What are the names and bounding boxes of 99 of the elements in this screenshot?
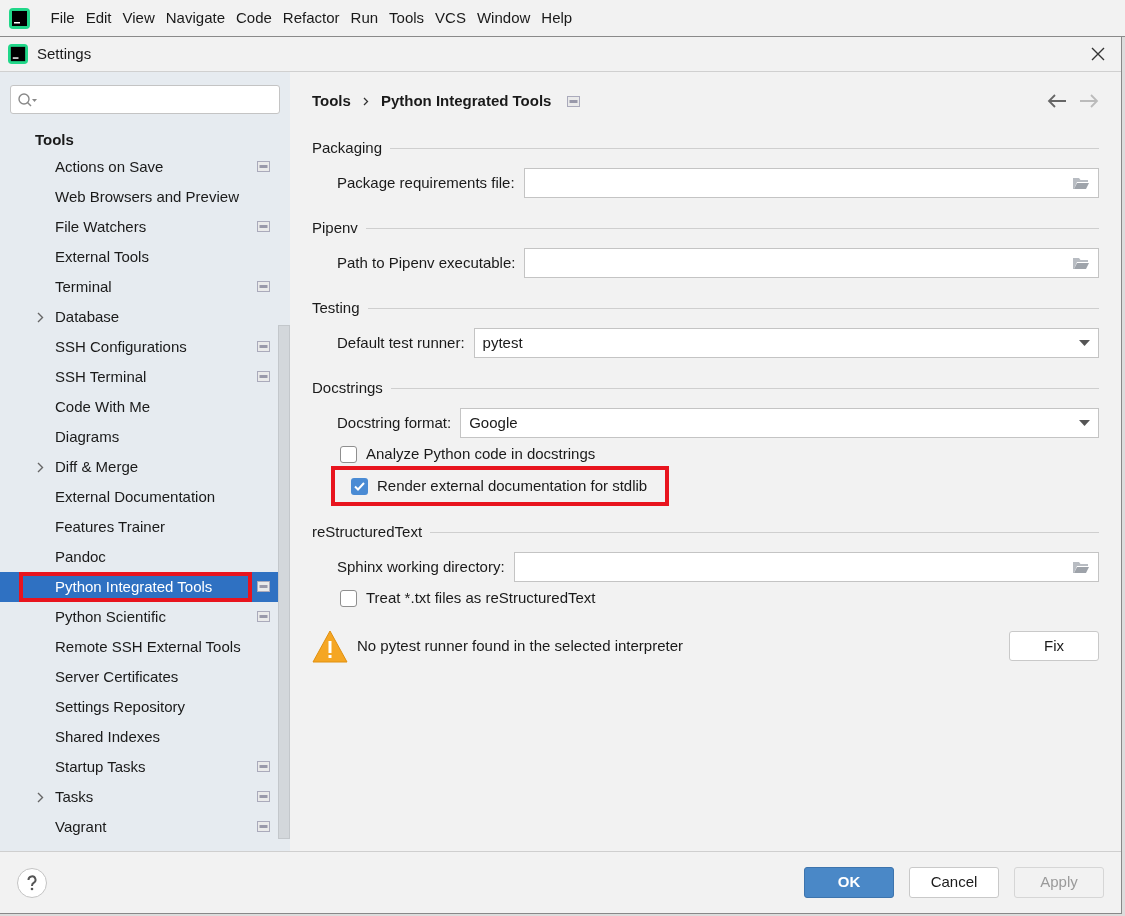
close-button[interactable] <box>1089 45 1107 63</box>
project-level-icon <box>257 791 270 802</box>
sidebar-item[interactable]: SSH Terminal <box>0 362 278 392</box>
menu-item[interactable]: View <box>117 6 161 30</box>
search-icon <box>17 91 39 108</box>
chevron-right-icon <box>37 792 44 803</box>
sidebar-item[interactable]: SSH Configurations <box>0 332 278 362</box>
search-field[interactable] <box>10 85 280 114</box>
checkbox[interactable] <box>351 477 368 495</box>
forward-button[interactable] <box>1079 94 1099 108</box>
chevron-right-icon <box>37 312 44 323</box>
scrollbar[interactable] <box>278 325 290 839</box>
sidebar-item[interactable]: Python Integrated Tools <box>0 572 278 602</box>
project-level-icon <box>257 161 270 172</box>
project-level-icon <box>257 761 270 772</box>
section-title: Packaging <box>312 137 383 158</box>
checkbox-label: Render external documentation for stdlib <box>377 475 648 496</box>
sidebar-item[interactable]: Vagrant <box>0 812 278 842</box>
project-level-icon <box>257 821 270 832</box>
sidebar-item[interactable]: Shared Indexes <box>0 722 278 752</box>
field-label: Package requirements file: <box>337 172 515 193</box>
breadcrumb-separator-icon <box>362 96 369 106</box>
path-field[interactable] <box>523 168 1099 198</box>
dialog-button[interactable]: OK <box>804 867 894 898</box>
sidebar-item[interactable]: Actions on Save <box>0 152 278 182</box>
dropdown-arrow-icon <box>1079 340 1090 346</box>
menu-item[interactable]: Navigate <box>160 6 231 30</box>
sidebar-item[interactable]: Web Browsers and Preview <box>0 182 278 212</box>
app-logo-icon <box>8 44 28 64</box>
sidebar-item[interactable]: Terminal <box>0 272 278 302</box>
menu-item[interactable]: Help <box>535 6 578 30</box>
checkbox[interactable] <box>340 445 357 463</box>
sidebar-item[interactable]: Diagrams <box>0 422 278 452</box>
sidebar-item[interactable]: Remote SSH External Tools <box>0 632 278 662</box>
section-title: Testing <box>312 297 360 318</box>
sidebar-item[interactable]: Server Certificates <box>0 662 278 692</box>
sidebar-item[interactable]: Settings Repository <box>0 692 278 722</box>
sidebar-group-heading: Tools <box>35 130 75 150</box>
menu-item[interactable]: Run <box>345 6 384 30</box>
sidebar-item[interactable]: Python Scientific <box>0 602 278 632</box>
field-label: Docstring format: <box>337 412 452 433</box>
warning-icon <box>312 629 348 663</box>
menu-item[interactable]: Edit <box>80 6 118 30</box>
path-field[interactable] <box>524 248 1099 278</box>
fix-button[interactable]: Fix <box>1009 631 1099 661</box>
folder-icon <box>1072 176 1090 190</box>
back-arrow-icon <box>1047 94 1067 108</box>
project-level-icon <box>257 581 270 592</box>
menu-item[interactable]: Tools <box>383 6 430 30</box>
window-title: Settings <box>37 43 92 64</box>
sidebar-item[interactable]: Startup Tasks <box>0 752 278 782</box>
checkbox[interactable] <box>340 589 357 607</box>
dialog-button[interactable]: Cancel <box>909 867 999 898</box>
menu-item[interactable]: File <box>45 6 81 30</box>
menu-item[interactable]: Window <box>471 6 536 30</box>
sidebar-item[interactable]: Code With Me <box>0 392 278 422</box>
sidebar-item[interactable]: File Watchers <box>0 212 278 242</box>
app-logo-icon <box>9 7 30 29</box>
sidebar-item[interactable]: Database <box>0 302 278 332</box>
forward-arrow-icon <box>1079 94 1099 108</box>
checkbox-label: Treat *.txt files as reStructuredText <box>366 587 596 608</box>
project-level-icon <box>257 611 270 622</box>
project-level-icon <box>257 281 270 292</box>
project-level-icon <box>257 341 270 352</box>
field-label: Sphinx working directory: <box>337 556 505 577</box>
sidebar-item-label: Python Integrated Tools <box>55 576 213 597</box>
breadcrumb-item: Tools <box>312 90 351 111</box>
sidebar-item[interactable]: Pandoc <box>0 542 278 572</box>
section-title: reStructuredText <box>312 521 423 542</box>
field-label: Path to Pipenv executable: <box>337 252 516 273</box>
question-mark-icon <box>27 874 37 891</box>
sidebar-item[interactable]: Tasks <box>0 782 278 812</box>
section-title: Docstrings <box>312 377 383 398</box>
menu-item[interactable]: Code <box>230 6 278 30</box>
warning-message: No pytest runner found in the selected interpreter <box>357 635 684 656</box>
checkbox-label: Analyze Python code in docstrings <box>366 443 596 464</box>
folder-icon <box>1072 560 1090 574</box>
dropdown[interactable]: Google <box>460 408 1099 438</box>
menu-item[interactable]: VCS <box>429 6 472 30</box>
breadcrumb-item: Python Integrated Tools <box>380 90 552 111</box>
help-button[interactable] <box>17 867 47 898</box>
section-title: Pipenv <box>312 217 358 238</box>
sidebar-item[interactable]: Diff & Merge <box>0 452 278 482</box>
project-level-icon <box>257 371 270 382</box>
project-level-icon <box>567 95 581 107</box>
checkmark-icon <box>354 481 365 491</box>
close-icon <box>1091 47 1105 61</box>
sidebar-item[interactable]: Features Trainer <box>0 512 278 542</box>
dropdown[interactable]: pytest <box>473 328 1099 358</box>
dropdown-arrow-icon <box>1079 420 1090 426</box>
field-label: Default test runner: <box>337 332 465 353</box>
sidebar-item[interactable]: External Tools <box>0 242 278 272</box>
sidebar-item[interactable]: External Documentation <box>0 482 278 512</box>
project-level-icon <box>257 221 270 232</box>
back-button[interactable] <box>1047 94 1067 108</box>
folder-icon <box>1072 256 1090 270</box>
path-field[interactable] <box>513 552 1099 582</box>
menu-item[interactable]: Refactor <box>277 6 346 30</box>
chevron-right-icon <box>37 462 44 473</box>
